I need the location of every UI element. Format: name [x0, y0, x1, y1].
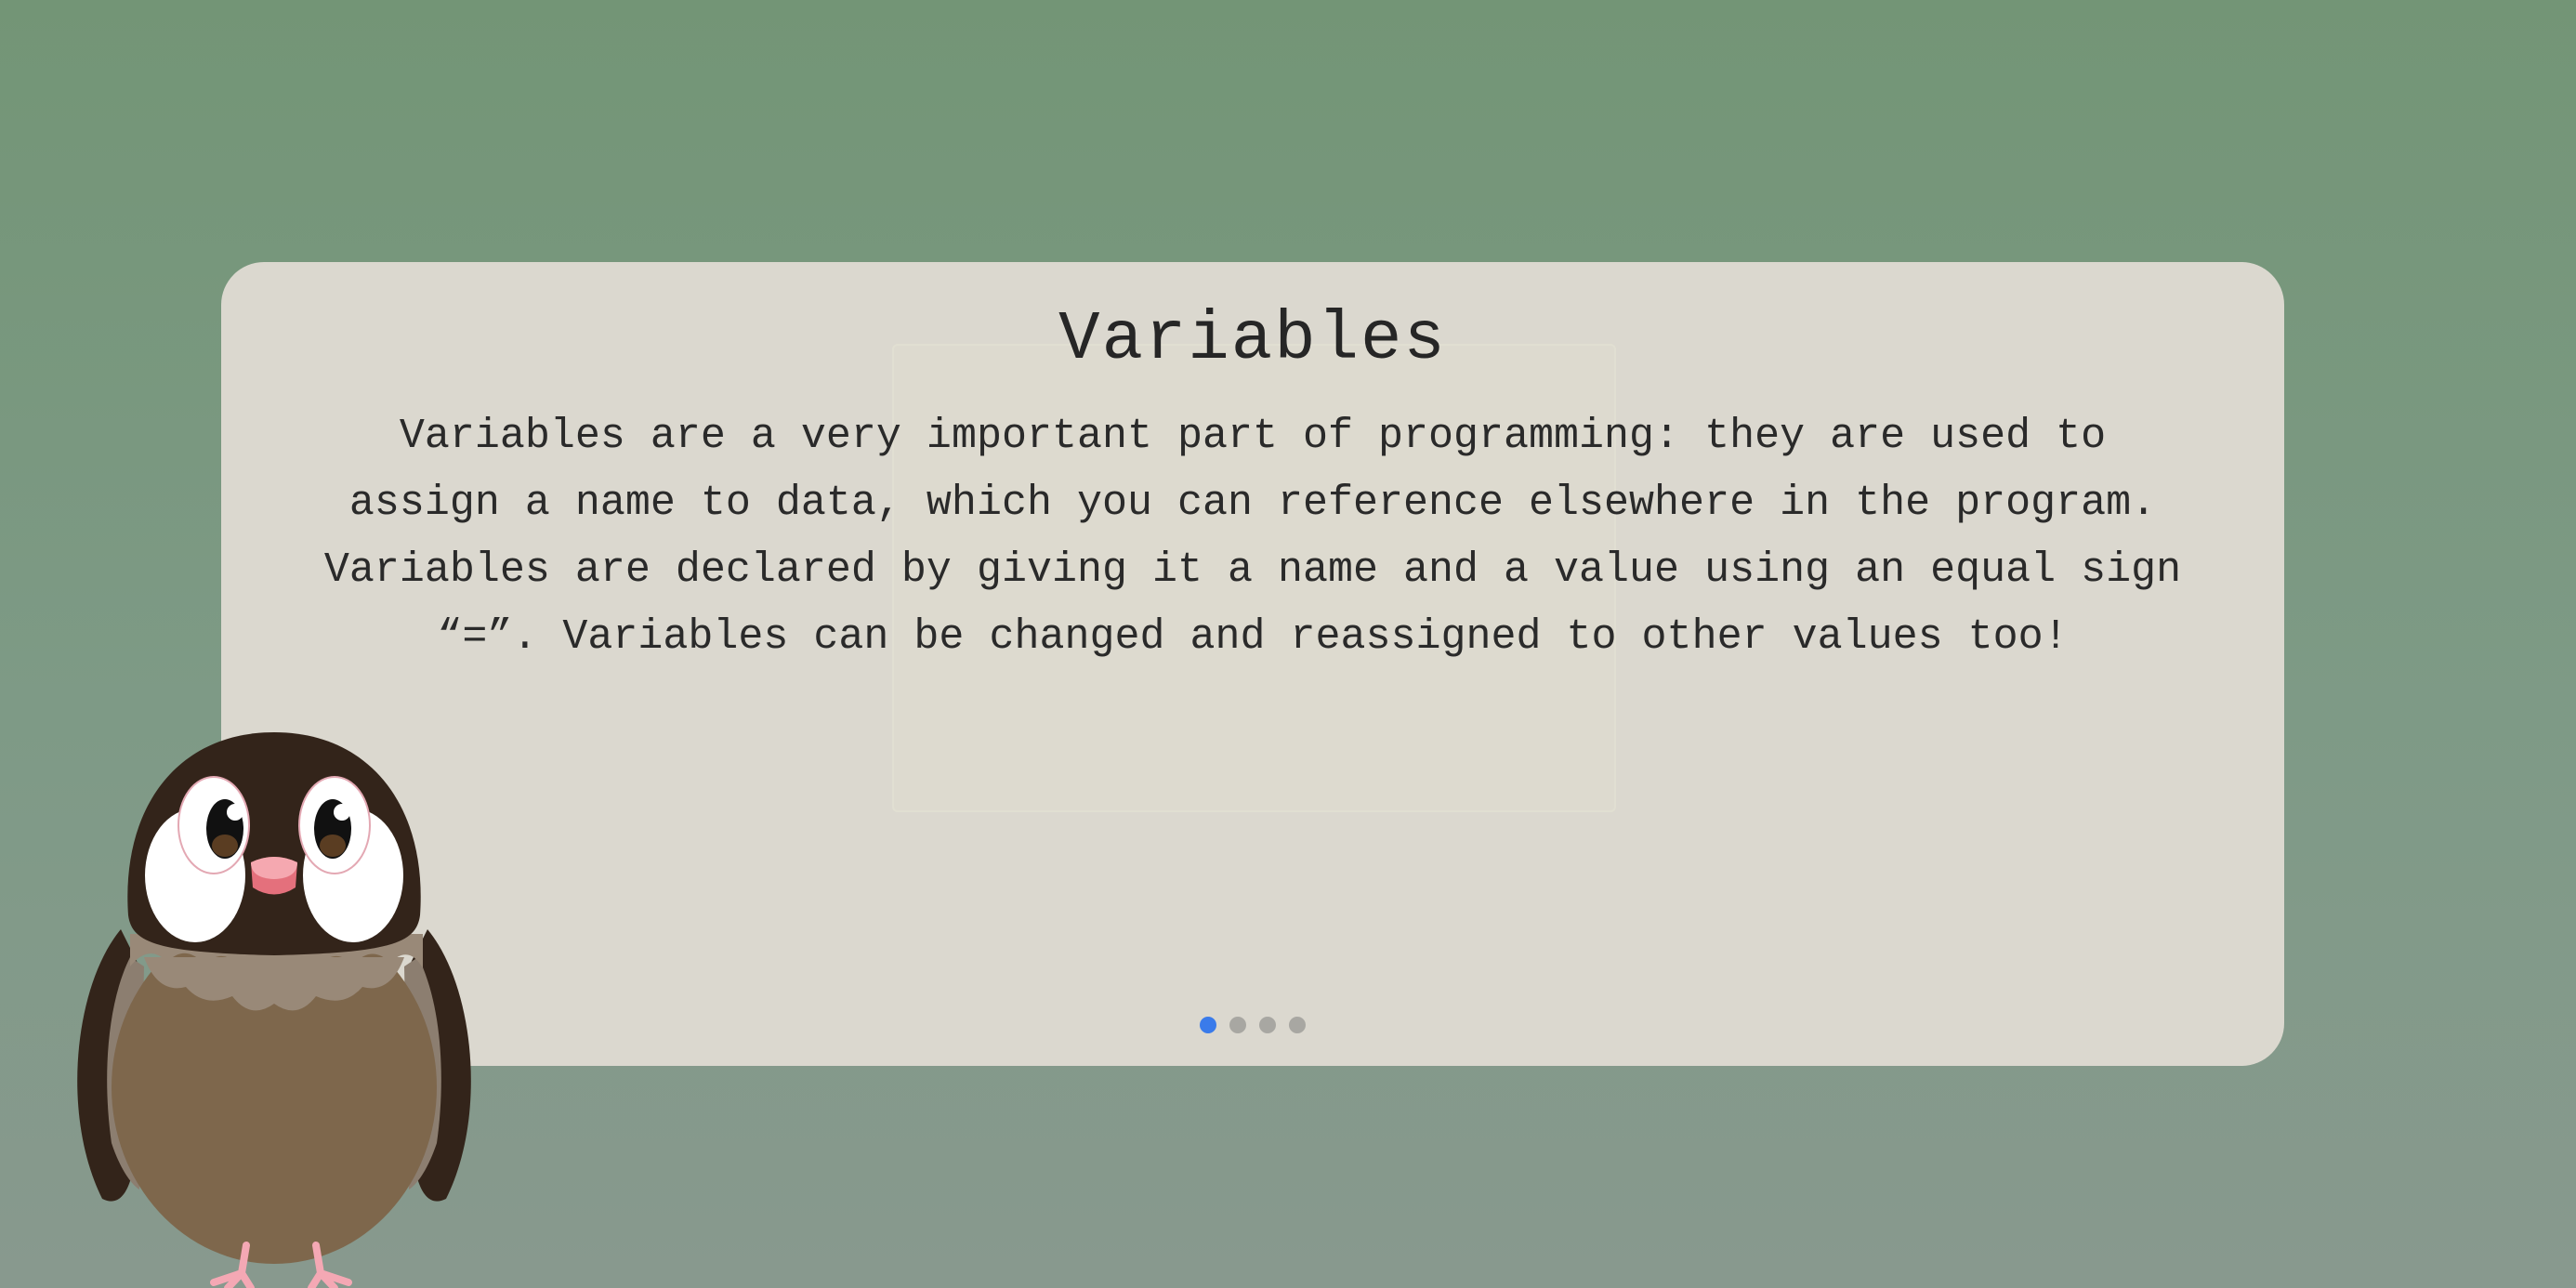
- owl-mascot-icon: [77, 732, 471, 1288]
- page-dot-4[interactable]: [1289, 1017, 1306, 1033]
- lesson-title: Variables: [1058, 301, 1447, 379]
- page-dot-1[interactable]: [1200, 1017, 1216, 1033]
- page-dot-3[interactable]: [1259, 1017, 1276, 1033]
- lesson-body-text: Variables are a very important part of p…: [323, 413, 2182, 661]
- page-dot-2[interactable]: [1229, 1017, 1246, 1033]
- lesson-card: Variables Variables are a very important…: [221, 262, 2284, 1066]
- pagination-dots: [221, 1017, 2284, 1033]
